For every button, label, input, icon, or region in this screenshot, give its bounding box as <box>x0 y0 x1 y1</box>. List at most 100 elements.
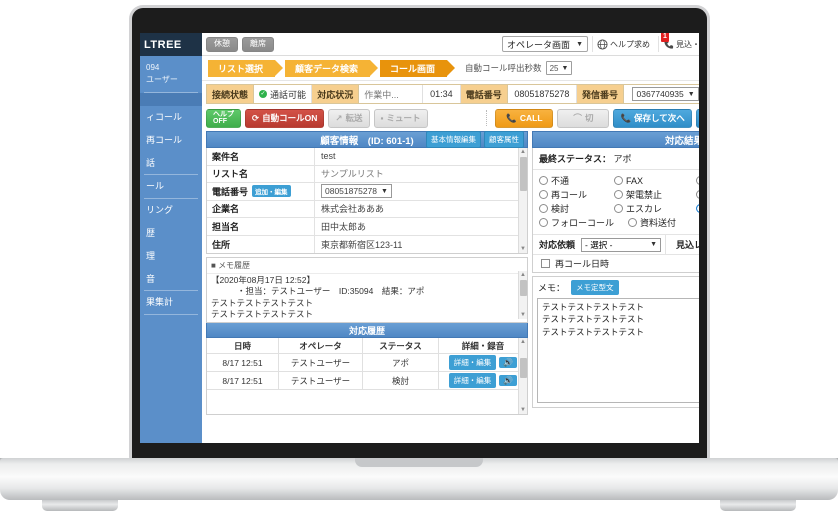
memo-label: メモ： <box>538 281 565 294</box>
recall-datetime-row[interactable]: 再コール日時 <box>533 254 699 272</box>
radio-option-1[interactable]: FAX <box>614 174 696 187</box>
transfer-button[interactable]: ↗ 転送 <box>328 109 369 128</box>
result-options-row4: フォローコール 資料送付 <box>539 216 699 229</box>
phone-icon: 📞 <box>620 113 631 124</box>
customer-phone-select[interactable]: 08051875278 ▼ <box>321 184 392 198</box>
chevron-down-icon: ▼ <box>561 65 568 72</box>
handling-type-label: 対応依頼 <box>533 238 581 251</box>
status-strip: 接続状態 ✓ 通話可能 対応状況 作業中... 01:34 電話番号 08051… <box>206 84 699 104</box>
radio-option-5[interactable]: 架電禁止 <box>614 188 696 201</box>
screen-mode-select[interactable]: オペレータ画面 ▼ <box>502 36 588 52</box>
radio-label: FAX <box>626 176 643 186</box>
scroll-down-icon[interactable]: ▼ <box>520 407 526 413</box>
breadcrumb-step-0[interactable]: リスト選択 <box>208 60 275 77</box>
scroll-thumb[interactable] <box>520 358 527 378</box>
prospect-recall-link[interactable]: 1 見込・再コール <box>658 36 699 52</box>
row-divider <box>665 235 666 254</box>
memo-history-body: 【2020年08月17日 12:52】 ・担当：テストユーザー ID:35094… <box>207 274 527 322</box>
cell-actions: 詳細・編集 🔊 <box>439 354 527 371</box>
cell-datetime: 8/17 12:51 <box>207 354 279 371</box>
sidebar-item-4[interactable]: リング <box>140 199 202 222</box>
sidebar-item-3[interactable]: ール <box>140 175 202 198</box>
checkbox-icon[interactable] <box>541 259 550 268</box>
radio-option-follow-call[interactable]: フォローコール <box>539 216 614 229</box>
auto-call-toggle-button[interactable]: ⟳ 自動コールON <box>245 109 324 128</box>
radio-option-6[interactable]: NG <box>696 188 699 201</box>
radio-option-10-selected[interactable]: アポ <box>696 202 699 215</box>
radio-option-9[interactable]: エスカレ <box>614 202 696 215</box>
away-button[interactable]: 離席 <box>242 37 274 52</box>
laptop-foot-right <box>720 500 796 511</box>
scroll-thumb[interactable] <box>520 280 527 296</box>
row-value: 田中太郎あ <box>315 218 527 235</box>
connection-status-text: 通話可能 <box>270 88 306 101</box>
auto-call-seconds-select[interactable]: 25 ▼ <box>546 61 573 75</box>
radio-option-4[interactable]: 再コール <box>539 188 614 201</box>
sidebar-item-6[interactable]: 理 <box>140 245 202 268</box>
radio-option-2[interactable]: 現アナ <box>696 174 699 187</box>
phone-number-value: 08051875278 <box>508 85 577 103</box>
detail-edit-button[interactable]: 詳細・編集 <box>449 373 497 388</box>
cell-status: 検討 <box>363 372 439 389</box>
memo-template-button[interactable]: メモ定型文 <box>571 280 619 295</box>
speaker-icon[interactable]: 🔊 <box>499 375 517 386</box>
sidebar-item-1[interactable]: 再コール <box>140 129 202 152</box>
call-action-bar: ヘルプ OFF ⟳ 自動コールON ↗ 転送 ▪ ミュート <box>206 107 699 129</box>
check-circle-icon: ✓ <box>259 90 267 98</box>
sidebar-item-5[interactable]: 歴 <box>140 222 202 245</box>
sidebar-item-0[interactable]: ィコール <box>140 106 202 129</box>
edit-basic-info-button[interactable]: 基本情報編集 <box>426 131 481 148</box>
caller-number-value: 0367740935 <box>636 89 683 99</box>
detail-edit-button[interactable]: 詳細・編集 <box>449 355 497 370</box>
radio-option-8[interactable]: 検討 <box>539 202 614 215</box>
radio-icon <box>628 218 637 227</box>
save-only-button[interactable]: 💾 保存のみ <box>696 109 699 128</box>
radio-icon <box>614 176 623 185</box>
scroll-up-icon[interactable]: ▲ <box>520 339 526 345</box>
sidebar-item-8[interactable]: 果集計 <box>140 291 202 314</box>
table-row: 8/17 12:51 テストユーザー アポ 詳細・編集 🔊 <box>207 354 527 372</box>
help-toggle-bottom: OFF <box>213 118 234 125</box>
memo-textarea[interactable]: テストテストテストテスト テストテストテストテスト テストテストテストテスト <box>537 298 699 403</box>
connection-status-label: 接続状態 <box>207 85 254 103</box>
scroll-thumb[interactable] <box>520 157 527 191</box>
radio-label: 検討 <box>551 202 569 215</box>
sidebar-item-active[interactable] <box>140 93 202 106</box>
customer-attributes-button[interactable]: 顧客属性 <box>484 131 524 148</box>
scroll-down-icon[interactable]: ▼ <box>520 312 526 318</box>
caller-number-select[interactable]: 0367740935 ▼ <box>632 87 698 101</box>
customer-panel: 顧客情報 (ID: 601-1) 基本情報編集 顧客属性 案件名 test <box>206 131 528 415</box>
call-timer-value: 01:34 <box>430 89 453 99</box>
radio-option-send-document[interactable]: 資料送付 <box>628 216 676 229</box>
memo-history-scrollbar[interactable]: ▲ ▼ <box>518 271 527 319</box>
hangup-button[interactable]: ⌒ 切 <box>557 109 609 128</box>
phone-add-edit-button[interactable]: 追加・編集 <box>252 185 291 197</box>
sidebar-item-2[interactable]: 話 <box>140 152 202 175</box>
handling-type-value: - 選択 - <box>585 239 612 251</box>
break-button[interactable]: 休憩 <box>206 37 238 52</box>
speaker-icon[interactable]: 🔊 <box>499 357 517 368</box>
breadcrumb-step-1[interactable]: 顧客データ検索 <box>285 60 370 77</box>
mute-button[interactable]: ▪ ミュート <box>374 109 428 128</box>
scroll-down-icon[interactable]: ▼ <box>520 246 526 252</box>
radio-icon <box>696 190 699 199</box>
save-and-next-button[interactable]: 📞 保存して次へ <box>613 109 691 128</box>
radio-option-0[interactable]: 不通 <box>539 174 614 187</box>
sidebar-user-info: 094 ユーザー <box>140 56 202 92</box>
breadcrumb-step-2[interactable]: コール画面 <box>380 60 447 77</box>
sidebar-item-7[interactable]: 音 <box>140 268 202 291</box>
scroll-up-icon[interactable]: ▲ <box>520 149 526 155</box>
radio-icon <box>539 204 548 213</box>
table-row: 企業名 株式会社あああ <box>207 201 527 219</box>
help-link[interactable]: ヘルプ求め <box>592 36 654 52</box>
memo-history-panel: ■ メモ履歴 【2020年08月17日 12:52】 ・担当：テストユーザー I… <box>206 257 528 323</box>
laptop-notch <box>355 458 483 467</box>
handling-and-level-row: 対応依頼 - 選択 - ▼ 見込レベル - 選択 - ▼ <box>533 234 699 254</box>
globe-icon <box>597 39 608 50</box>
scroll-up-icon[interactable]: ▲ <box>520 272 526 278</box>
call-button[interactable]: 📞 CALL <box>495 109 553 128</box>
customer-scrollbar[interactable]: ▲ ▼ <box>518 148 527 253</box>
handling-type-select[interactable]: - 選択 - ▼ <box>581 238 661 252</box>
help-toggle-button[interactable]: ヘルプ OFF <box>206 109 241 128</box>
call-history-scrollbar[interactable]: ▲ ▼ <box>518 338 527 414</box>
